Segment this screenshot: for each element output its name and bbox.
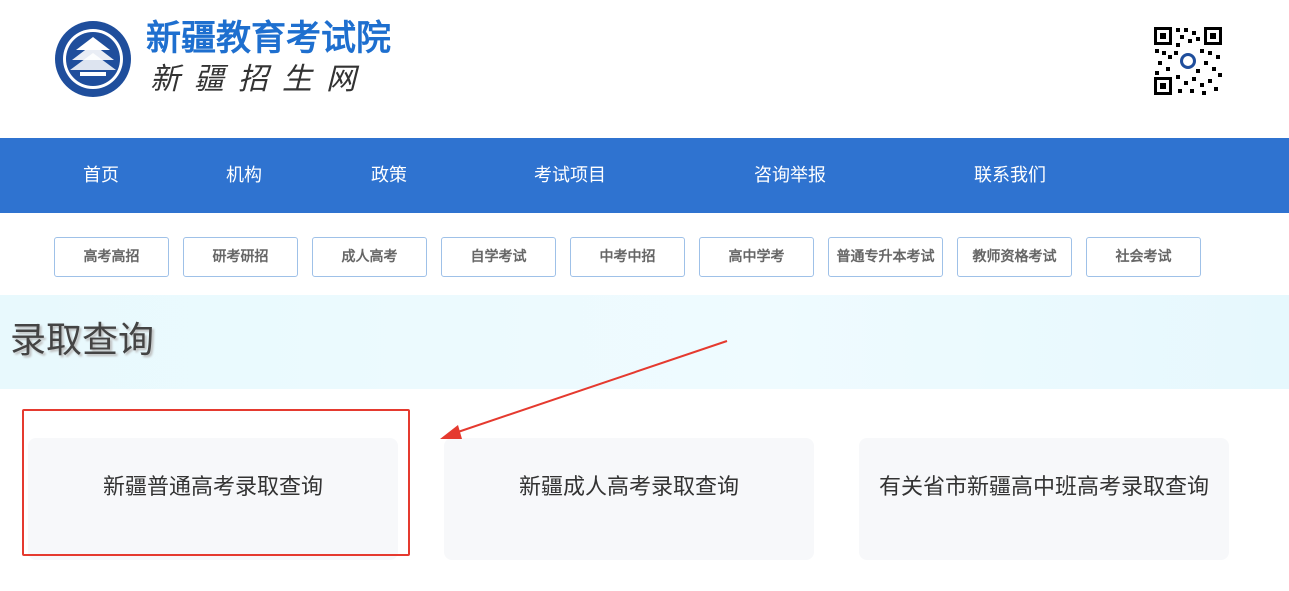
tab-high-school-exam[interactable]: 高中学考 — [699, 237, 814, 277]
card-xinjiang-class-admission[interactable]: 有关省市新疆高中班高考录取查询 — [859, 438, 1229, 560]
nav-item-consult-report[interactable]: 咨询举报 — [740, 138, 840, 213]
site-subtitle: 新疆招生网 — [150, 62, 370, 97]
site-header: 新疆教育考试院 新疆招生网 — [0, 0, 1289, 138]
tab-graduate[interactable]: 研考研招 — [183, 237, 298, 277]
qr-code-icon — [1152, 25, 1224, 97]
site-logo[interactable] — [54, 20, 132, 98]
site-title: 新疆教育考试院 — [146, 19, 392, 59]
nav-item-policy[interactable]: 政策 — [350, 138, 428, 213]
exam-category-tabs: 高考高招 研考研招 成人高考 自学考试 中考中招 高中学考 普通专升本考试 教师… — [0, 213, 1289, 295]
nav-item-exam-projects[interactable]: 考试项目 — [520, 138, 620, 213]
tab-teacher-cert[interactable]: 教师资格考试 — [957, 237, 1072, 277]
tab-upgrade-bachelor[interactable]: 普通专升本考试 — [828, 237, 943, 277]
page-title: 录取查询 — [10, 320, 155, 361]
nav-item-organization[interactable]: 机构 — [205, 138, 283, 213]
tab-zhongkao[interactable]: 中考中招 — [570, 237, 685, 277]
nav-item-contact[interactable]: 联系我们 — [960, 138, 1060, 213]
card-general-gaokao-admission[interactable]: 新疆普通高考录取查询 — [28, 438, 398, 560]
main-nav: 首页 机构 政策 考试项目 咨询举报 联系我们 — [0, 138, 1289, 213]
card-adult-gaokao-admission[interactable]: 新疆成人高考录取查询 — [444, 438, 814, 560]
tab-social-exam[interactable]: 社会考试 — [1086, 237, 1201, 277]
nav-item-home[interactable]: 首页 — [62, 138, 140, 213]
tab-self-study[interactable]: 自学考试 — [441, 237, 556, 277]
tab-adult[interactable]: 成人高考 — [312, 237, 427, 277]
tab-gaokao[interactable]: 高考高招 — [54, 237, 169, 277]
section-banner: 录取查询 — [0, 295, 1289, 389]
